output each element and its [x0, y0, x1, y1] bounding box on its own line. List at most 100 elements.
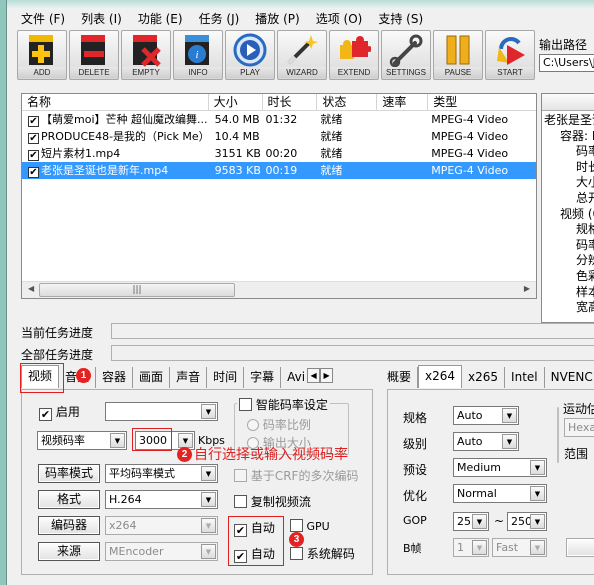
tree-item[interactable]: 时长 — [542, 160, 594, 176]
preset-label: 预设 — [403, 463, 428, 477]
column-duration[interactable]: 时长 — [263, 94, 318, 110]
tree-item[interactable]: 容器: M — [542, 129, 594, 145]
play-button[interactable]: PLAY — [225, 30, 275, 80]
bitrate-type-select[interactable]: 视频码率 ▼ — [37, 431, 127, 450]
rate-mode-select[interactable]: 平均码率模式 ▼ — [105, 464, 218, 483]
column-type[interactable]: 类型 — [428, 94, 536, 110]
media-info-tree[interactable]: 老张是圣诞容器: M码率时长大小总开视频 (0规格码率分辨色彩样本宽高 — [541, 93, 594, 323]
menu-play[interactable]: 播放 (P) — [247, 8, 307, 28]
menu-options[interactable]: 选项 (O) — [308, 8, 371, 28]
empty-button[interactable]: EMPTY — [121, 30, 171, 80]
delete-button[interactable]: DELETE — [69, 30, 119, 80]
tree-item[interactable]: 总开 — [542, 191, 594, 207]
column-rate[interactable]: 速率 — [377, 94, 429, 110]
extend-button[interactable]: EXTEND — [329, 30, 379, 80]
copy-stream-checkbox[interactable]: 复制视频流 — [234, 493, 311, 510]
tree-item[interactable]: 色彩 — [542, 269, 594, 285]
row-checkbox[interactable]: ✔ — [28, 116, 39, 127]
wizard-button[interactable]: WIZARD — [277, 30, 327, 80]
source-button[interactable]: 来源 — [38, 542, 100, 561]
scroll-left-icon[interactable]: ◀ — [28, 284, 34, 293]
table-row[interactable]: ✔ 短片素材1.mp4 3151 KB 00:20 就绪 MPEG-4 Video — [22, 145, 536, 162]
tab-x264[interactable]: x264 — [418, 365, 463, 388]
encoder-select[interactable]: x264 ▼ — [105, 516, 218, 535]
wizard-label: WIZARD — [278, 67, 326, 78]
tree-item[interactable]: 码率 — [542, 238, 594, 254]
tree-item[interactable]: 宽高 — [542, 300, 594, 316]
tab-scroll-right-icon[interactable]: ▶ — [320, 368, 334, 383]
settings-button[interactable]: SETTINGS — [381, 30, 431, 80]
tree-item[interactable]: 码率 — [542, 144, 594, 160]
tree-item[interactable]: 样本 — [542, 285, 594, 301]
format-select[interactable]: H.264 ▼ — [105, 490, 218, 509]
tab-time[interactable]: 时间 — [207, 367, 245, 388]
motion-method-select[interactable]: Hexa — [564, 418, 594, 437]
cell-type: MPEG-4 Video — [431, 130, 509, 143]
menu-function[interactable]: 功能 (E) — [130, 8, 191, 28]
preset-select[interactable]: Medium ▼ — [453, 458, 547, 477]
menu-list[interactable]: 列表 (I) — [73, 8, 130, 28]
horizontal-scrollbar[interactable]: ◀ ||| ▶ — [22, 281, 536, 298]
gpu-checkbox[interactable]: GPU — [290, 519, 330, 533]
column-name[interactable]: 名称 — [22, 94, 209, 110]
motion-estimation-group — [557, 407, 559, 463]
tab-scroll-left-icon[interactable]: ◀ — [307, 368, 321, 383]
column-size[interactable]: 大小 — [209, 94, 263, 110]
output-path-input[interactable]: C:\Users\Ju — [539, 54, 594, 72]
scroll-right-icon[interactable]: ▶ — [524, 284, 530, 293]
tab-subtitle[interactable]: 字幕 — [244, 367, 282, 388]
start-button[interactable]: START — [485, 30, 535, 80]
tab-container[interactable]: 容器 — [96, 367, 134, 388]
tab-x265[interactable]: x265 — [462, 367, 506, 388]
tab-sound[interactable]: 声音 — [170, 367, 208, 388]
menu-file[interactable]: 文件 (F) — [13, 8, 73, 28]
delete-file-icon — [77, 33, 111, 67]
disabled-button[interactable] — [566, 538, 594, 557]
gop-max-select[interactable]: 250 ▼ — [507, 512, 547, 531]
table-row[interactable]: ✔PRODUCE48-是我的（Pick Me） -... 10.4 MB 就绪 MPE… — [22, 128, 536, 145]
encoder-button[interactable]: 编码器 — [38, 516, 100, 535]
table-row[interactable]: ✔ 【萌爱moi】芒种 超仙魔改编舞... 54.0 MB 01:32 就绪 MPEG-4… — [22, 111, 536, 128]
tab-summary[interactable]: 概要 — [381, 367, 419, 388]
add-button[interactable]: ADD — [17, 30, 67, 80]
level-select[interactable]: Auto ▼ — [453, 432, 519, 451]
tree-item[interactable]: 大小 — [542, 175, 594, 191]
tab-intel[interactable]: Intel — [505, 367, 545, 388]
bframe-mode-select[interactable]: Fast ▼ — [492, 538, 547, 557]
format-button[interactable]: 格式 — [38, 490, 100, 509]
enable-checkbox[interactable]: ✔ 启用 — [39, 403, 80, 421]
pause-label: PAUSE — [434, 67, 482, 78]
profile-select[interactable]: Auto ▼ — [453, 406, 519, 425]
tree-item[interactable]: 老张是圣诞 — [542, 113, 594, 129]
info-button[interactable]: i INFO — [173, 30, 223, 80]
tab-avi[interactable]: Avi — [281, 367, 308, 388]
gop-min-select[interactable]: 25 ▼ — [453, 512, 489, 531]
radio-bitrate-ratio[interactable]: 码率比例 — [247, 416, 311, 433]
menu-support[interactable]: 支持 (S) — [370, 8, 431, 28]
tree-item[interactable]: 规格 — [542, 222, 594, 238]
row-checkbox[interactable]: ✔ — [28, 133, 39, 144]
row-checkbox[interactable]: ✔ — [28, 150, 39, 161]
menu-task[interactable]: 任务 (J) — [191, 8, 248, 28]
column-status[interactable]: 状态 — [317, 94, 378, 110]
source-select[interactable]: MEncoder ▼ — [105, 542, 218, 561]
bframe-select[interactable]: 1 ▼ — [453, 538, 489, 557]
table-row[interactable]: ✔ 老张是圣诞也是新年.mp4 9583 KB 00:19 就绪 MPEG-4 Video — [22, 162, 536, 179]
system-decode-checkbox[interactable]: 系统解码 — [290, 545, 355, 562]
pause-button[interactable]: PAUSE — [433, 30, 483, 80]
cell-size: 54.0 MB — [214, 113, 260, 126]
chevron-down-icon: ▼ — [530, 486, 545, 501]
row-checkbox[interactable]: ✔ — [28, 167, 39, 178]
tune-select[interactable]: Normal ▼ — [453, 484, 547, 503]
crf-multipass-checkbox[interactable]: 基于CRF的多次编码 — [234, 467, 358, 484]
tab-nvenc[interactable]: NVENC — [544, 367, 594, 388]
output-path-label: 输出路径 — [539, 38, 588, 52]
scrollbar-thumb[interactable]: ||| — [39, 283, 235, 297]
smart-bitrate-checkbox[interactable]: 智能码率设定 — [237, 396, 330, 413]
tree-item[interactable]: 视频 (0 — [542, 207, 594, 223]
tree-item[interactable]: 分辨 — [542, 253, 594, 269]
file-list[interactable]: 名称 大小 时长 状态 速率 类型 ✔ 【萌爱moi】芒种 超仙魔改编舞... 54… — [21, 93, 537, 299]
rate-mode-button[interactable]: 码率模式 — [38, 464, 100, 483]
enable-select[interactable]: ▼ — [105, 402, 218, 421]
tab-picture[interactable]: 画面 — [133, 367, 171, 388]
